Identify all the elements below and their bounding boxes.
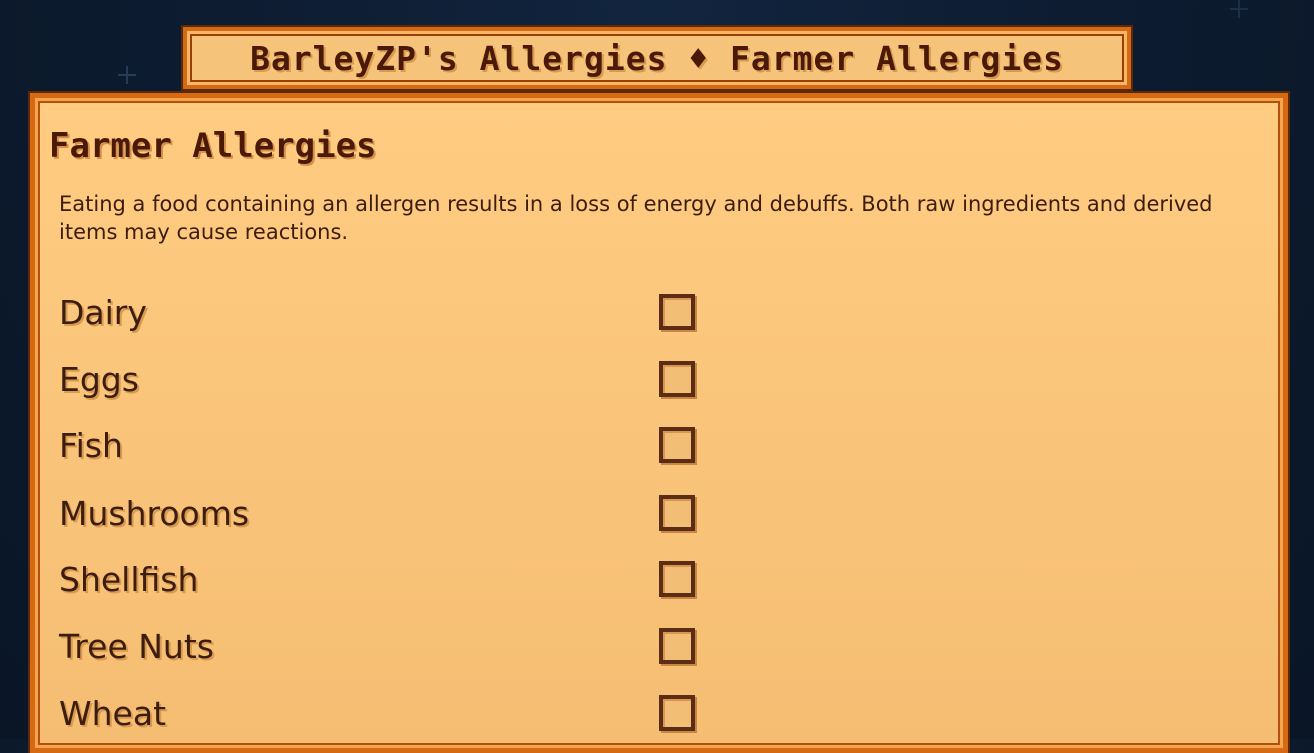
- allergen-row-tree-nuts: Tree Nuts: [59, 622, 759, 672]
- allergen-row-fish: Fish: [59, 421, 759, 471]
- allergen-label: Fish: [59, 426, 123, 465]
- allergen-label: Mushrooms: [59, 494, 250, 533]
- allergen-row-wheat: Wheat: [59, 689, 759, 739]
- allergen-label: Eggs: [59, 360, 139, 399]
- wheat-checkbox[interactable]: [659, 695, 695, 731]
- section-heading: Farmer Allergies: [49, 126, 377, 166]
- allergen-label: Wheat: [59, 694, 167, 733]
- allergen-row-dairy: Dairy: [59, 288, 759, 338]
- tree-nuts-checkbox[interactable]: [659, 628, 695, 664]
- sparkle-star-icon: [1230, 0, 1248, 18]
- dairy-checkbox[interactable]: [659, 294, 695, 330]
- menu-title-banner: BarleyZP's Allergies ♦ Farmer Allergies: [183, 27, 1131, 89]
- menu-title: BarleyZP's Allergies ♦ Farmer Allergies: [250, 38, 1064, 78]
- allergen-row-mushrooms: Mushrooms: [59, 489, 759, 539]
- mushrooms-checkbox[interactable]: [659, 495, 695, 531]
- allergen-row-shellfish: Shellfish: [59, 555, 759, 605]
- section-description: Eating a food containing an allergen res…: [59, 192, 1213, 244]
- fish-checkbox[interactable]: [659, 427, 695, 463]
- shellfish-checkbox[interactable]: [659, 561, 695, 597]
- allergen-label: Dairy: [59, 293, 147, 332]
- sparkle-star-icon: [118, 66, 136, 84]
- allergen-row-eggs: Eggs: [59, 355, 759, 405]
- config-panel: Farmer Allergies Eating a food containin…: [30, 93, 1288, 753]
- eggs-checkbox[interactable]: [659, 361, 695, 397]
- allergen-label: Tree Nuts: [59, 627, 214, 666]
- allergen-label: Shellfish: [59, 560, 199, 599]
